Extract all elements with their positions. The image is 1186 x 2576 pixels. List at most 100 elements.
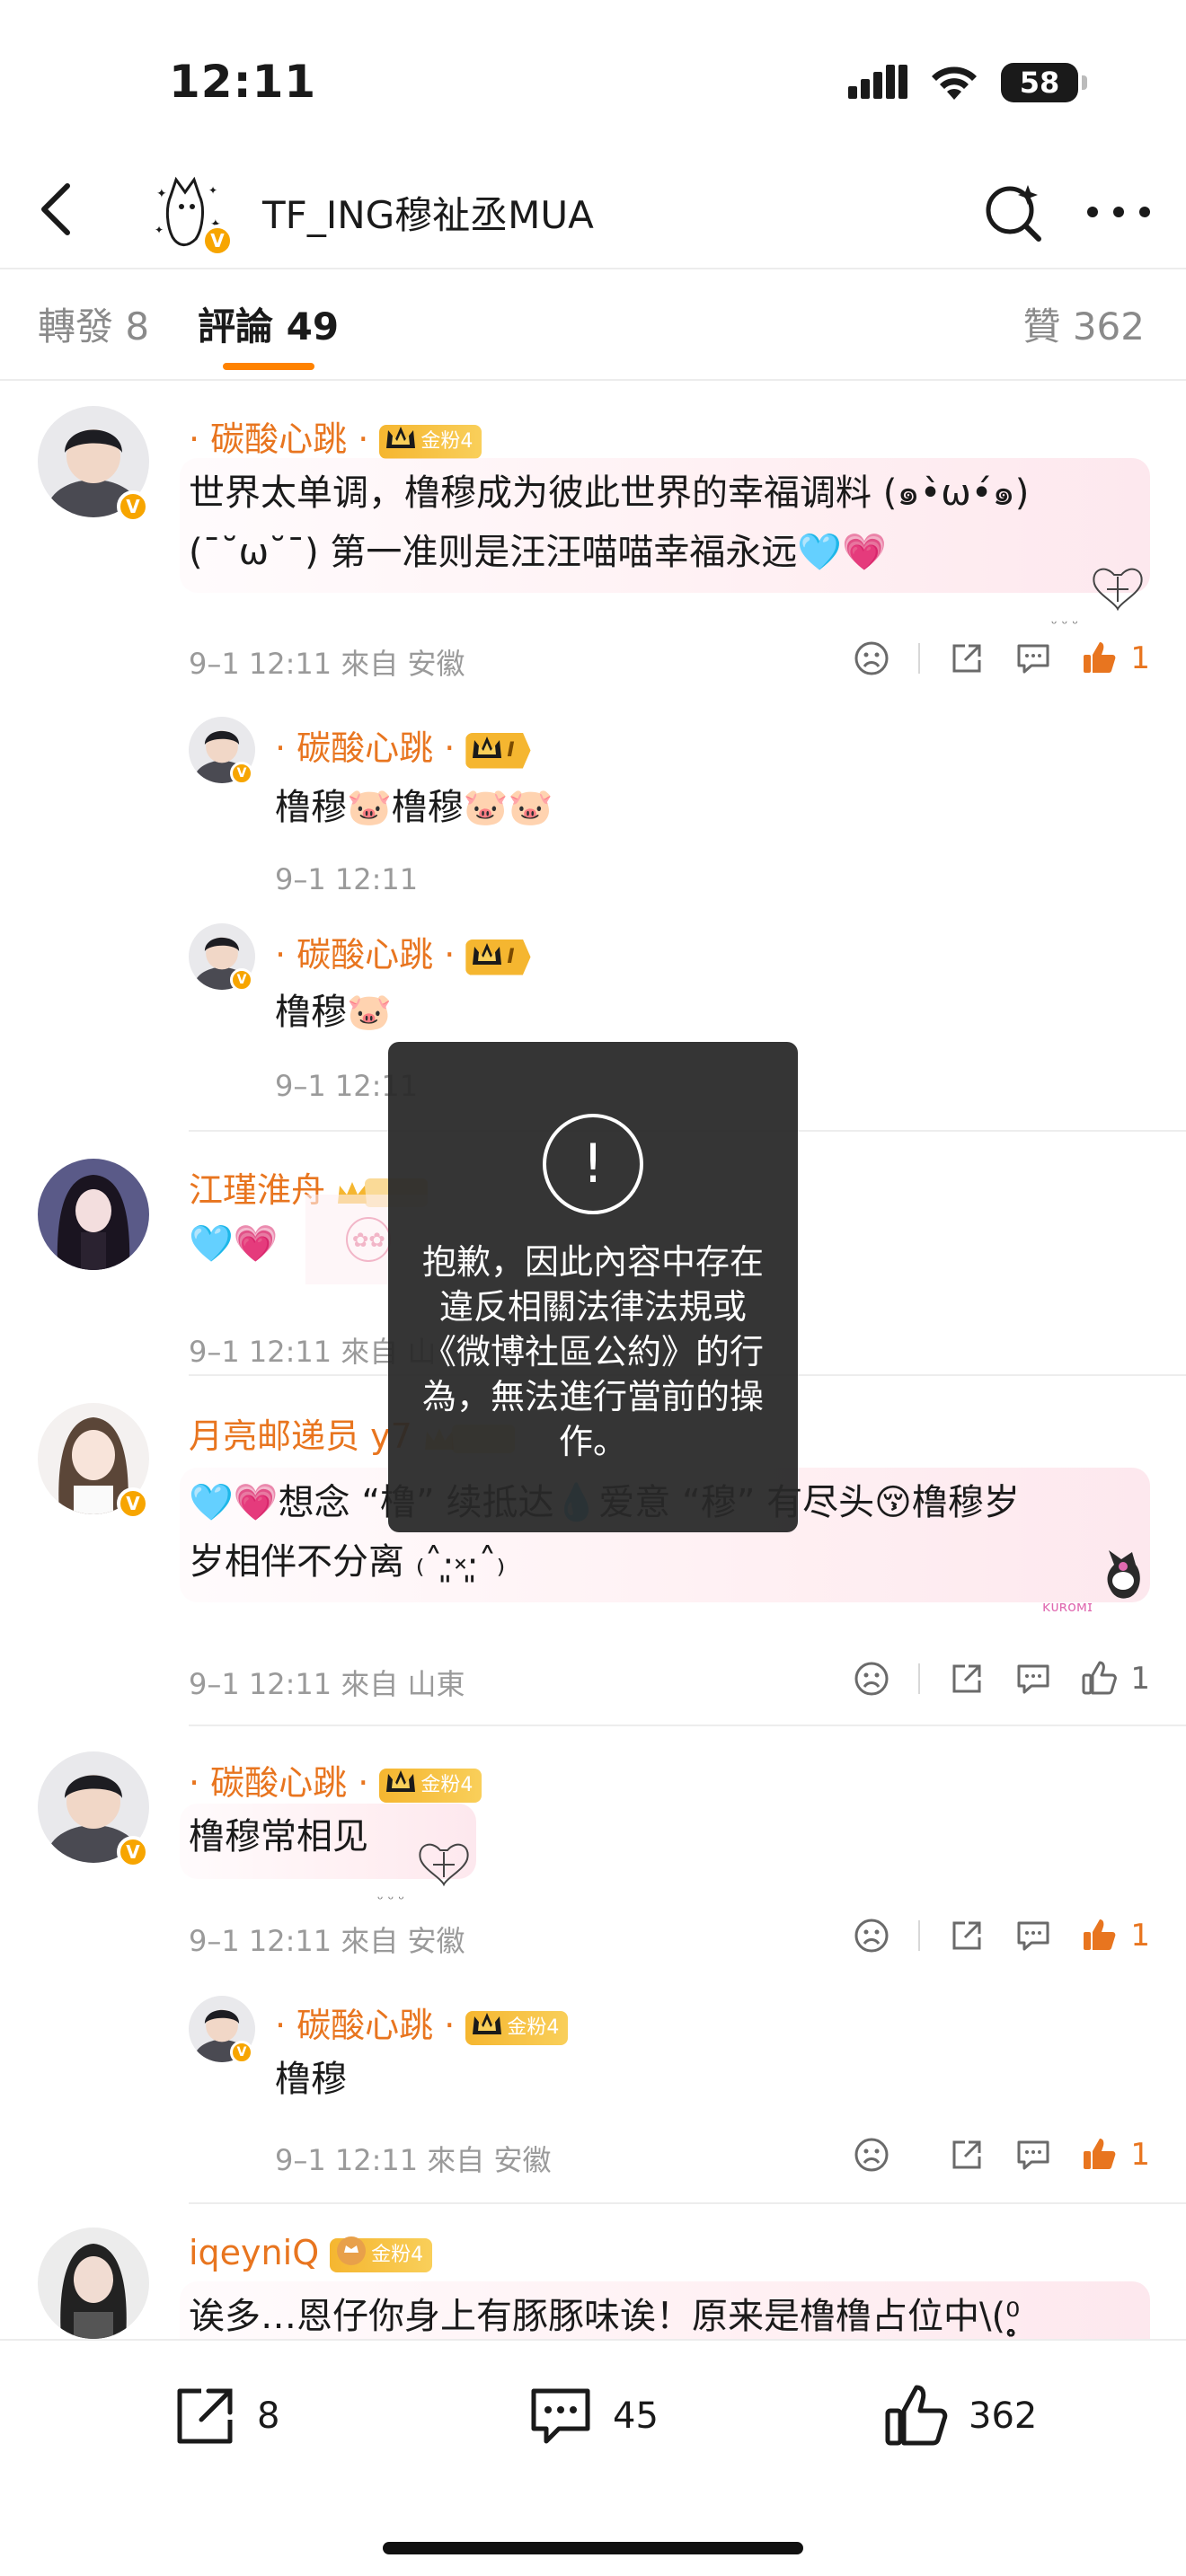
reply-button[interactable]	[1013, 1659, 1053, 1698]
verified-badge-icon: V	[201, 225, 234, 257]
frown-face-icon	[854, 641, 889, 675]
thumbs-up-filled-icon	[1084, 1919, 1116, 1950]
fan-badge: 金粉4	[330, 2236, 433, 2272]
anime-girl-avatar-icon	[38, 1159, 149, 1270]
avatar[interactable]	[38, 2228, 149, 2339]
like-button[interactable]: 1	[1080, 2135, 1150, 2175]
reply-username[interactable]: · 碳酸心跳 · I	[275, 720, 531, 770]
dislike-button[interactable]	[852, 2135, 891, 2175]
dislike-button[interactable]	[852, 639, 891, 678]
svg-text:ᴋᴜʀᴏᴍɪ: ᴋᴜʀᴏᴍɪ	[1042, 1598, 1093, 1615]
fan-badge: 金粉4	[379, 1768, 482, 1803]
comment-actions: 1	[825, 636, 1150, 681]
avatar[interactable]	[38, 1159, 149, 1270]
share-button[interactable]	[947, 639, 987, 678]
like-button[interactable]: 1	[1080, 1916, 1150, 1955]
tab-comments[interactable]: 評論 49	[198, 296, 339, 351]
verified-badge-icon: V	[117, 1836, 149, 1868]
nav-bar: ✦✦ ✦✦ V TF_ING穆祉丞MUA	[0, 153, 1186, 269]
action-divider	[918, 643, 921, 674]
status-icons: 58	[848, 63, 1087, 102]
thumbs-up-icon	[1082, 1661, 1118, 1695]
dislike-button[interactable]	[852, 1916, 891, 1955]
wifi-icon	[932, 66, 977, 100]
verified-badge-icon: V	[230, 2041, 253, 2064]
comment-meta: 9–1 12:11 來自 山東	[189, 1667, 465, 1701]
page-title: TF_ING穆祉丞MUA	[262, 193, 594, 237]
status-time: 12:11	[169, 56, 317, 108]
crown-icon	[473, 736, 502, 758]
reply-meta: 9–1 12:11 來自 安徽	[275, 2143, 552, 2177]
more-dots-icon	[1087, 207, 1150, 217]
exclamation-icon: !	[543, 1114, 643, 1214]
share-button[interactable]	[947, 1659, 987, 1698]
comment-meta: 9–1 12:11 來自 安徽	[189, 1924, 465, 1958]
share-icon	[952, 1664, 981, 1693]
share-button[interactable]	[947, 1916, 987, 1955]
share-icon	[952, 1921, 981, 1950]
crown-icon	[473, 942, 502, 965]
home-indicator[interactable]	[383, 2542, 803, 2554]
comment-item: iqeyniQ 金粉4 诶多…恩仔你身上有豚豚味诶！原来是橹橹占位中\(⁰̥̥̥̥…	[0, 2204, 1186, 2339]
share-icon	[952, 2140, 981, 2169]
svg-text:ᵕ ᵕ ᵕ: ᵕ ᵕ ᵕ	[1051, 615, 1078, 632]
author-avatar[interactable]: ✦✦ ✦✦ V	[146, 171, 234, 257]
reply-button[interactable]	[1013, 2135, 1053, 2175]
tab-likes[interactable]: 贊 362	[1022, 296, 1145, 351]
status-bar: 12:11 58	[0, 0, 1186, 153]
share-button[interactable]	[947, 2135, 987, 2175]
like-button[interactable]: 1	[1080, 1659, 1150, 1698]
comment-bubble-icon	[1017, 1921, 1049, 1951]
back-button[interactable]	[23, 178, 86, 241]
comment-username[interactable]: · 碳酸心跳 · 金粉4	[189, 1755, 482, 1804]
chevron-left-icon	[41, 183, 70, 235]
comment-bubble-icon	[1017, 1664, 1049, 1694]
reply-button[interactable]	[1013, 639, 1053, 678]
error-toast: ! 抱歉，因此內容中存在違反相關法律法規或《微博社區公約》的行為，無法進行當前的…	[388, 1042, 798, 1532]
like-button[interactable]: 1	[1080, 639, 1150, 678]
kuromi-sticker-icon: ᴋᴜʀᴏᴍɪ	[1042, 1550, 1140, 1615]
cellular-signal-icon	[848, 65, 907, 99]
comment-item: V · 碳酸心跳 · 金粉4 橹穆常相见 ᵕ ᵕ ᵕ 9–1 12:11 來自 安…	[0, 1726, 1186, 2202]
forward-count: 8	[257, 2395, 280, 2437]
comment-username[interactable]: iqeyniQ 金粉4	[189, 2233, 433, 2272]
like-button[interactable]: 362	[881, 2380, 1037, 2452]
crown-icon	[386, 426, 416, 448]
frown-face-icon	[854, 1662, 889, 1696]
comment-item: V · 碳酸心跳 · 金粉4 世界太单调，橹穆成为彼此世界的幸福调料 (๑•̀ω•…	[0, 381, 1186, 1132]
reply-actions: 1	[825, 2132, 1150, 2177]
verified-badge-icon: V	[230, 968, 253, 992]
comment-actions: 1	[825, 1913, 1150, 1958]
fan-badge: 金粉4	[465, 2010, 569, 2045]
reply-text: 橹穆🐷橹穆🐷🐷	[275, 787, 553, 828]
crown-icon	[386, 1769, 416, 1792]
search-button[interactable]	[979, 178, 1048, 246]
comment-button[interactable]: 45	[525, 2380, 659, 2452]
tab-forward[interactable]: 轉發 8	[38, 296, 149, 351]
comment-bubble-icon	[1017, 2140, 1049, 2170]
tab-bar: 轉發 8 評論 49 贊 362	[0, 269, 1186, 381]
thumbs-up-icon	[885, 2385, 948, 2446]
comment-username[interactable]: · 碳酸心跳 · 金粉4	[189, 411, 482, 461]
active-tab-indicator	[223, 363, 314, 370]
fan-badge: 金粉4	[379, 424, 482, 459]
action-divider	[918, 1663, 921, 1694]
dislike-button[interactable]	[852, 1659, 891, 1698]
comment-meta: 9–1 12:11 來自 安徽	[189, 647, 465, 681]
forward-button[interactable]: 8	[169, 2380, 279, 2452]
reply-username[interactable]: · 碳酸心跳 · 金粉4	[275, 1998, 569, 2047]
more-button[interactable]	[1078, 178, 1159, 246]
thumbs-up-filled-icon	[1084, 642, 1116, 673]
thumbs-up-filled-icon	[1084, 2139, 1116, 2169]
svg-text:✦: ✦	[156, 187, 167, 201]
comment-actions: 1	[825, 1656, 1150, 1701]
comment-bubble-icon	[531, 2388, 590, 2444]
reply-button[interactable]	[1013, 1916, 1053, 1955]
frown-face-icon	[854, 1919, 889, 1953]
heart-charm-sticker-icon: ᵕ ᵕ ᵕ	[1051, 568, 1143, 632]
comment-count: 45	[613, 2395, 659, 2437]
svg-text:ᵕ ᵕ ᵕ: ᵕ ᵕ ᵕ	[377, 1891, 404, 1908]
crown-icon	[337, 2236, 367, 2265]
reply-meta: 9–1 12:11	[275, 862, 419, 896]
reply-username[interactable]: · 碳酸心跳 · I	[275, 927, 531, 976]
